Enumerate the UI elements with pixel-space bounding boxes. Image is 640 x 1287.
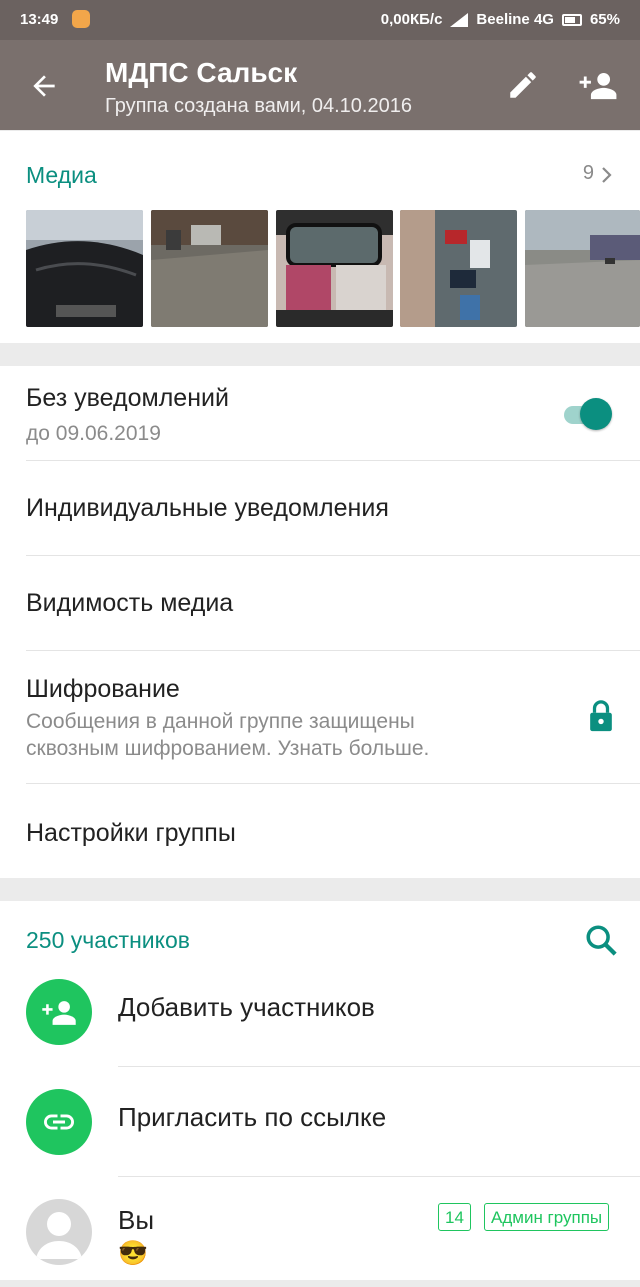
encryption-row[interactable]: Шифрование Сообщения в данной группе защ…: [0, 651, 640, 784]
mute-subtitle: до 09.06.2019: [26, 422, 161, 445]
admin-badge: Админ группы: [484, 1203, 610, 1231]
member-status-emoji: 😎: [118, 1240, 148, 1267]
member-count-badge: 14: [438, 1203, 471, 1231]
media-label[interactable]: Медиа: [26, 162, 97, 189]
notification-icon: [72, 10, 90, 28]
custom-notifications-title: Индивидуальные уведомления: [26, 494, 389, 522]
link-icon: [44, 1114, 74, 1130]
invite-link-row[interactable]: Пригласить по ссылке: [0, 1067, 640, 1177]
mute-title: Без уведомлений: [26, 384, 229, 412]
settings-section: Без уведомлений до 09.06.2019 Индивидуал…: [0, 366, 640, 878]
edit-icon[interactable]: [506, 68, 540, 102]
back-arrow-icon[interactable]: [28, 70, 60, 102]
app-bar: МДПС Сальск Группа создана вами, 04.10.2…: [0, 40, 640, 130]
toggle-knob: [580, 398, 612, 430]
encryption-subtitle-line1: Сообщения в данной группе защищены: [26, 710, 415, 733]
avatar: [26, 1199, 92, 1265]
carrier: Beeline 4G: [476, 11, 554, 28]
battery-icon: [561, 13, 582, 26]
status-right: 0,00КБ/с Beeline 4G 65%: [381, 11, 620, 28]
add-participants-row[interactable]: Добавить участников: [0, 957, 640, 1067]
encryption-subtitle-line2: сквозным шифрованием. Узнать больше.: [26, 737, 430, 760]
battery-level: 65%: [589, 11, 620, 28]
invite-link-circle: [26, 1089, 92, 1155]
add-participants-label: Добавить участников: [118, 992, 375, 1022]
search-icon[interactable]: [584, 923, 618, 957]
member-name: Вы: [118, 1205, 155, 1235]
custom-notifications-row[interactable]: Индивидуальные уведомления: [0, 461, 640, 556]
chevron-right-icon[interactable]: [600, 166, 614, 184]
media-thumb-2[interactable]: [151, 210, 268, 327]
add-participant-circle: [26, 979, 92, 1045]
member-row-you[interactable]: Вы 😎 14 Админ группы: [0, 1177, 640, 1287]
status-time: 13:49: [20, 11, 59, 28]
signal-icon: [450, 12, 469, 27]
media-thumb-3[interactable]: [276, 210, 393, 327]
status-bar: 13:49 0,00КБ/с Beeline 4G 65%: [0, 0, 640, 40]
add-person-icon[interactable]: [578, 68, 618, 102]
default-avatar-icon: [36, 1212, 82, 1259]
members-count: 250 участников: [26, 927, 190, 953]
media-thumb-5[interactable]: [525, 210, 640, 327]
mute-toggle[interactable]: [560, 396, 614, 430]
group-title[interactable]: МДПС Сальск: [105, 57, 297, 89]
encryption-title: Шифрование: [26, 675, 180, 703]
media-count[interactable]: 9: [583, 162, 594, 185]
invite-link-label: Пригласить по ссылке: [118, 1102, 387, 1132]
group-subtitle: Группа создана вами, 04.10.2016: [105, 95, 412, 117]
mute-notifications-row[interactable]: Без уведомлений до 09.06.2019: [0, 366, 640, 461]
group-settings-title: Настройки группы: [26, 819, 236, 847]
media-section: Медиа 9: [0, 131, 640, 343]
members-section: 250 участников Добавить участников Пригл…: [0, 901, 640, 1280]
group-settings-row[interactable]: Настройки группы: [0, 784, 640, 878]
network-speed: 0,00КБ/с: [380, 11, 443, 28]
media-thumb-1[interactable]: [26, 210, 143, 327]
media-visibility-title: Видимость медиа: [26, 589, 234, 617]
lock-icon: [590, 700, 612, 732]
media-thumb-4[interactable]: [400, 210, 517, 327]
add-person-icon: [42, 1001, 76, 1025]
media-visibility-row[interactable]: Видимость медиа: [0, 556, 640, 651]
